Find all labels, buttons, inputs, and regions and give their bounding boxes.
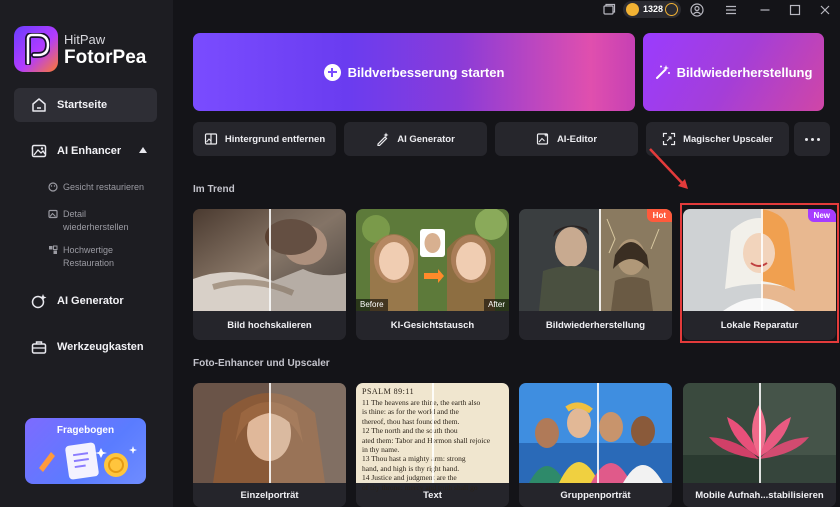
tool-label: AI-Editor (556, 133, 598, 145)
minimize-icon[interactable] (758, 3, 772, 17)
local-repair-preview-image (683, 209, 836, 311)
sidebar-item-ai-generator[interactable]: AI Generator (14, 284, 157, 318)
card-single-portrait[interactable]: Einzelporträt (193, 383, 346, 507)
compare-divider (269, 383, 271, 483)
menu-icon[interactable] (724, 3, 738, 17)
face-icon (48, 182, 58, 192)
sidebar-item-label: Werkzeugkasten (57, 341, 144, 353)
add-coins-icon[interactable] (665, 3, 678, 16)
survey-label: Fragebogen (56, 425, 115, 436)
card-label: Mobile Aufnah...stabilisieren (695, 490, 824, 501)
more-tools-button[interactable] (794, 122, 830, 156)
card-local-repair[interactable]: New Lokale Reparatur (683, 209, 836, 340)
sidebar-subitem-hq-restoration[interactable]: Hochwertige Restauration (48, 244, 153, 270)
magic-wand-icon (655, 65, 670, 79)
close-icon[interactable] (818, 3, 832, 17)
compare-divider (759, 383, 761, 483)
remove-background-button[interactable]: Hintergrund entfernen (193, 122, 336, 156)
image-detail-icon (48, 209, 58, 219)
new-badge: New (807, 209, 836, 222)
survey-banner[interactable]: Fragebogen (25, 418, 146, 484)
card-upscale-image[interactable]: Bild hochskalieren (193, 209, 346, 340)
card-label: Text (423, 490, 442, 501)
brand-product: FotorPea (64, 47, 147, 68)
tool-label: AI Generator (397, 133, 455, 145)
sidebar: HitPaw FotorPea Startseite AI Enhancer G… (0, 0, 173, 507)
sidebar-item-ai-enhancer[interactable]: AI Enhancer (14, 134, 157, 168)
plus-circle-icon (323, 63, 341, 81)
pointer-arrow-icon (649, 148, 688, 189)
ai-generator-icon (31, 294, 47, 309)
sidebar-item-toolbox[interactable]: Werkzeugkasten (14, 330, 157, 364)
pencil-sparkle-icon (377, 132, 389, 146)
group-portrait-preview-image (519, 383, 672, 483)
tool-label: Magischer Upscaler (683, 133, 773, 145)
compare-divider (269, 209, 271, 311)
sidebar-subitem-label: Hochwertige Restauration (63, 245, 115, 268)
card-face-swap[interactable]: Before After KI-Gesichtstausch (356, 209, 509, 340)
home-icon (32, 98, 46, 112)
sidebar-item-home[interactable]: Startseite (14, 88, 157, 122)
start-enhancement-button[interactable]: Bildverbesserung starten (193, 33, 635, 111)
ai-editor-button[interactable]: AI-Editor (495, 122, 638, 156)
hot-badge: Hot (646, 209, 672, 222)
card-image-restoration[interactable]: Hot Bildwiederherstellung (519, 209, 672, 340)
start-enhancement-label: Bildverbesserung starten (347, 64, 505, 80)
sidebar-subitem-label: Detail wiederherstellen (63, 209, 129, 232)
coin-count: 1328 (643, 4, 664, 14)
card-mobile-stabilize[interactable]: Mobile Aufnah...stabilisieren (683, 383, 836, 507)
title-bar (173, 0, 840, 20)
window-mode-icon[interactable] (602, 3, 616, 17)
section-title-enhancer: Foto-Enhancer und Upscaler (193, 358, 330, 369)
tool-label: Hintergrund entfernen (224, 133, 326, 145)
chevron-up-icon[interactable] (139, 147, 147, 153)
card-label: Bild hochskalieren (227, 320, 312, 331)
image-restoration-label: Bildwiederherstellung (676, 64, 813, 80)
sidebar-item-label: AI Generator (57, 295, 124, 307)
sidebar-subitem-detail-restore[interactable]: Detail wiederherstellen (48, 208, 153, 234)
card-label: Gruppenporträt (560, 490, 631, 501)
ai-generator-tool-button[interactable]: AI Generator (344, 122, 487, 156)
toolbox-icon (31, 341, 47, 354)
sidebar-subitem-face-restore[interactable]: Gesicht restaurieren (48, 181, 153, 194)
image-edit-icon (536, 133, 549, 145)
compare-divider (761, 209, 763, 311)
face-swap-preview-image (356, 209, 509, 311)
more-dots-icon (811, 138, 814, 141)
card-label: KI-Gesichtstausch (390, 320, 475, 331)
after-label: After (484, 299, 509, 311)
card-group-portrait[interactable]: Gruppenporträt (519, 383, 672, 507)
card-label: Einzelporträt (240, 490, 299, 501)
coin-balance[interactable]: 1328 (623, 1, 681, 18)
sidebar-item-label: Startseite (57, 99, 108, 111)
compare-divider (432, 383, 434, 483)
remove-background-icon (204, 133, 217, 145)
user-account-icon[interactable] (690, 3, 704, 17)
restoration-icon (49, 245, 58, 254)
image-restoration-button[interactable]: Bildwiederherstellung (643, 33, 824, 111)
card-label: Lokale Reparatur (720, 320, 799, 331)
coin-icon (626, 3, 639, 16)
card-text[interactable]: PSALM 89:11 11 The heavens are thine, th… (356, 383, 509, 507)
restoration-preview-image (519, 209, 672, 311)
app-logo (14, 26, 58, 72)
maximize-icon[interactable] (788, 3, 802, 17)
more-dots-icon (805, 138, 808, 141)
image-enhance-icon (31, 144, 47, 158)
compare-divider (597, 383, 599, 483)
section-title-trending: Im Trend (193, 184, 235, 195)
before-label: Before (356, 299, 388, 311)
sidebar-subitem-label: Gesicht restaurieren (63, 182, 145, 192)
survey-illustration-icon (39, 442, 137, 480)
brand-company: HitPaw (64, 32, 106, 47)
sidebar-item-label: AI Enhancer (57, 145, 122, 157)
more-dots-icon (817, 138, 820, 141)
card-label: Bildwiederherstellung (545, 320, 646, 331)
compare-divider (599, 209, 601, 311)
logo-p-icon (25, 33, 50, 65)
